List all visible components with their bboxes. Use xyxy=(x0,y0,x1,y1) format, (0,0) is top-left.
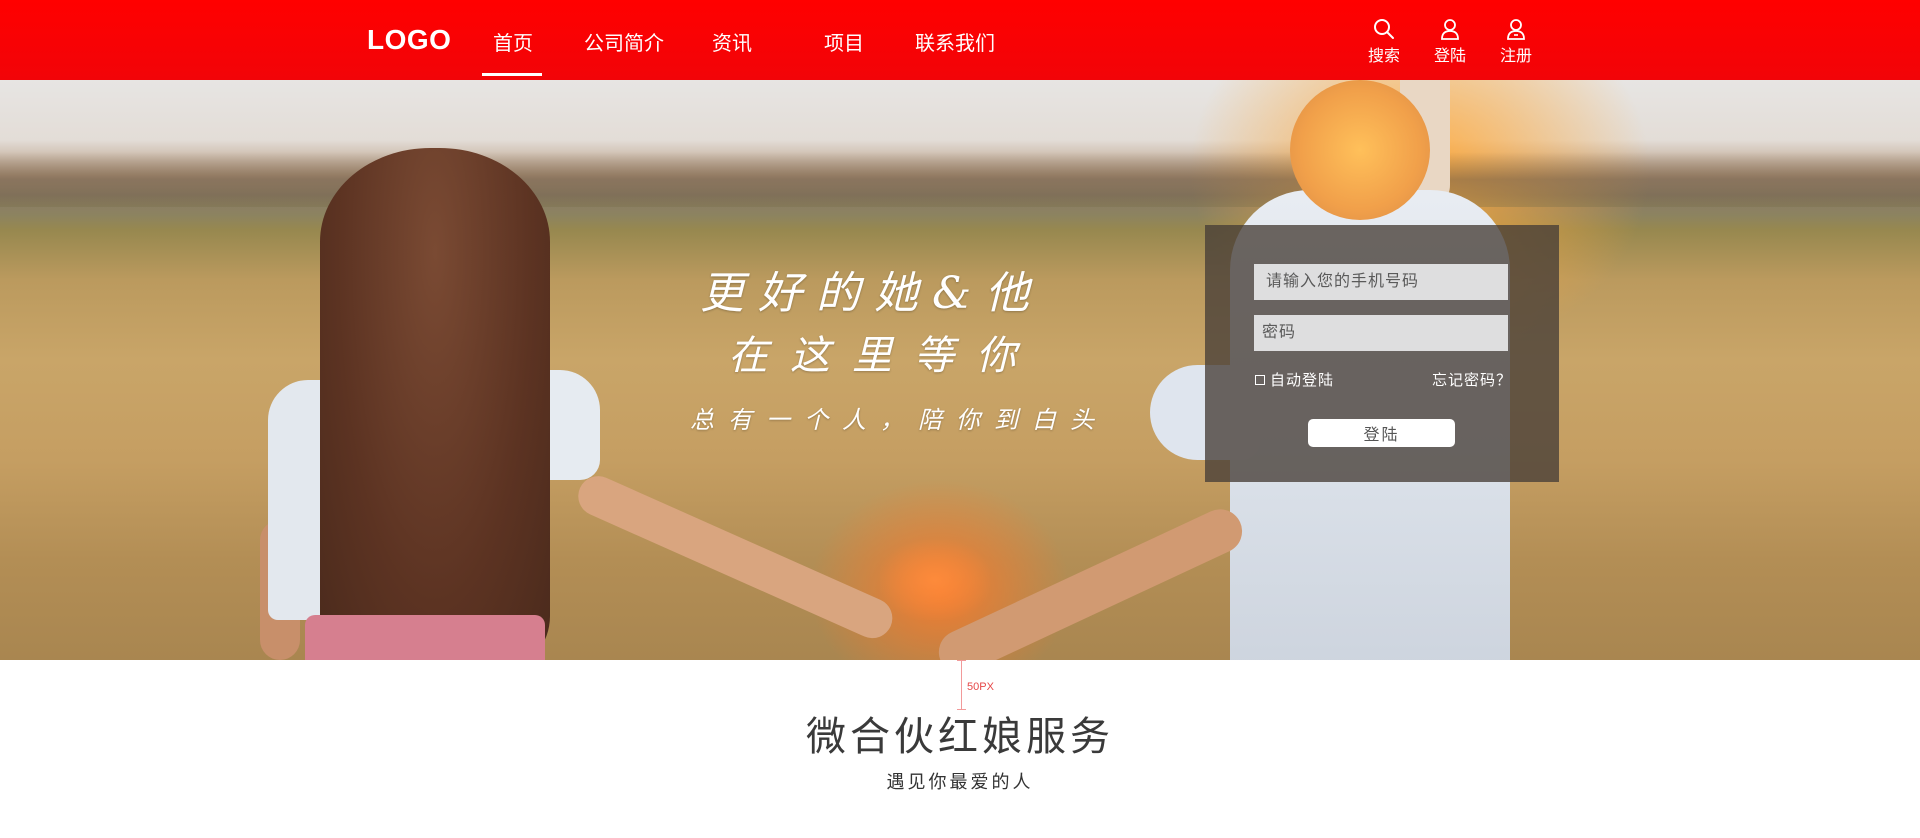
hero-figure-woman-skirt xyxy=(305,615,545,660)
top-navbar: LOGO 首页 公司简介 资讯 项目 联系我们 搜索 登陆 注册 xyxy=(0,0,1920,80)
nav-active-indicator xyxy=(482,73,542,76)
nav-item-projects[interactable]: 项目 xyxy=(824,27,864,56)
password-input[interactable] xyxy=(1254,315,1508,351)
hero-banner: 更好的她&他 在这里等你 总有一个人，陪你到白头 自动登陆 忘记密码？ 登陆 xyxy=(0,80,1920,660)
search-label: 搜索 xyxy=(1367,48,1400,65)
nav-item-news[interactable]: 资讯 xyxy=(712,27,752,56)
nav-item-company-intro[interactable]: 公司简介 xyxy=(584,27,664,56)
checkbox-icon xyxy=(1255,374,1265,385)
search-button[interactable]: 搜索 xyxy=(1359,18,1409,66)
spacing-annotation-tick-top xyxy=(957,660,966,661)
user-icon xyxy=(1441,19,1459,40)
login-link[interactable]: 登陆 xyxy=(1425,18,1475,66)
user-add-icon xyxy=(1507,19,1525,40)
register-link[interactable]: 注册 xyxy=(1491,18,1541,66)
hero-tagline: 总有一个人，陪你到白头 xyxy=(690,406,1108,434)
phone-input[interactable] xyxy=(1254,264,1508,300)
nav-item-contact[interactable]: 联系我们 xyxy=(915,27,995,56)
spacing-annotation-line xyxy=(961,660,962,710)
login-link-label: 登陆 xyxy=(1433,48,1466,65)
section-subtitle: 遇见你最爱的人 xyxy=(886,772,1034,792)
spacing-annotation-label: 50PX xyxy=(967,681,994,693)
forgot-password-link[interactable]: 忘记密码？ xyxy=(1432,369,1512,390)
auto-login-checkbox[interactable]: 自动登陆 xyxy=(1255,369,1334,390)
hero-figure-woman-reaching-arm xyxy=(571,469,899,645)
hero-figure-woman-hair xyxy=(320,148,550,660)
login-submit-button[interactable]: 登陆 xyxy=(1308,419,1455,447)
page: LOGO 首页 公司简介 资讯 项目 联系我们 搜索 登陆 注册 更好的她&他 … xyxy=(0,0,1920,838)
auto-login-label: 自动登陆 xyxy=(1270,372,1335,389)
login-panel: 自动登陆 忘记密码？ 登陆 xyxy=(1205,225,1559,482)
register-link-label: 注册 xyxy=(1499,48,1532,65)
search-icon xyxy=(1374,19,1394,39)
hero-figure-man-head xyxy=(1290,80,1430,220)
nav-item-home[interactable]: 首页 xyxy=(493,27,533,56)
hero-hands-glow xyxy=(880,540,990,620)
hero-headline: 更好的她&他 xyxy=(700,268,1044,319)
logo[interactable]: LOGO xyxy=(367,24,451,56)
hero-subheadline: 在这里等你 xyxy=(728,333,1038,379)
hero-background-treeline xyxy=(0,152,1920,207)
section-title: 微合伙红娘服务 xyxy=(806,715,1114,759)
